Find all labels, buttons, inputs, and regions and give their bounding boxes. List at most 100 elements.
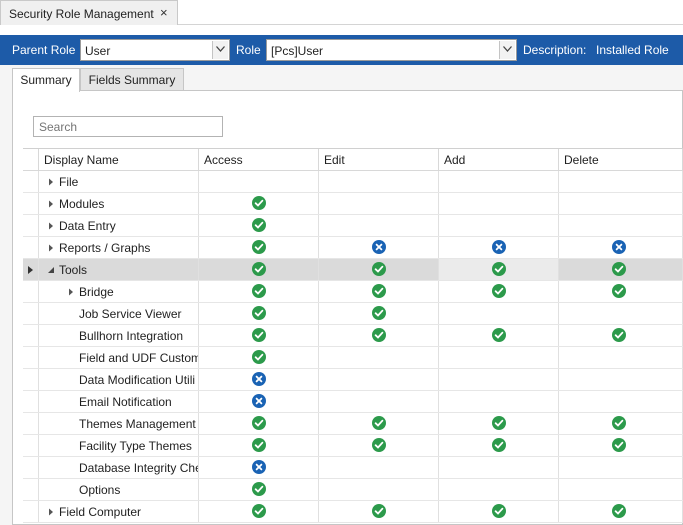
access-cell[interactable] bbox=[199, 347, 319, 368]
table-row-facility-type-themes[interactable]: Facility Type Themes bbox=[23, 435, 683, 457]
expanded-arrow-icon[interactable] bbox=[47, 266, 55, 274]
row-indicator[interactable] bbox=[23, 391, 39, 412]
table-row-job-service-viewer[interactable]: Job Service Viewer bbox=[23, 303, 683, 325]
delete-cell[interactable] bbox=[559, 325, 683, 346]
column-header-display-name[interactable]: Display Name bbox=[39, 149, 199, 171]
access-cell[interactable] bbox=[199, 501, 319, 522]
add-cell[interactable] bbox=[439, 413, 559, 434]
delete-cell[interactable] bbox=[559, 215, 683, 236]
row-indicator[interactable] bbox=[23, 259, 39, 280]
add-cell[interactable] bbox=[439, 325, 559, 346]
delete-cell[interactable] bbox=[559, 237, 683, 258]
add-cell[interactable] bbox=[439, 171, 559, 192]
add-cell[interactable] bbox=[439, 303, 559, 324]
access-cell[interactable] bbox=[199, 413, 319, 434]
parent-role-dropdown[interactable]: User bbox=[80, 39, 230, 61]
table-row-field-and-udf-custom[interactable]: Field and UDF Custom bbox=[23, 347, 683, 369]
delete-cell[interactable] bbox=[559, 501, 683, 522]
edit-cell[interactable] bbox=[319, 259, 439, 280]
edit-cell[interactable] bbox=[319, 215, 439, 236]
delete-cell[interactable] bbox=[559, 347, 683, 368]
table-row-modules[interactable]: Modules bbox=[23, 193, 683, 215]
delete-cell[interactable] bbox=[559, 413, 683, 434]
edit-cell[interactable] bbox=[319, 413, 439, 434]
edit-cell[interactable] bbox=[319, 435, 439, 456]
access-cell[interactable] bbox=[199, 259, 319, 280]
edit-cell[interactable] bbox=[319, 303, 439, 324]
access-cell[interactable] bbox=[199, 457, 319, 478]
table-row-tools[interactable]: Tools bbox=[23, 259, 683, 281]
access-cell[interactable] bbox=[199, 281, 319, 302]
access-cell[interactable] bbox=[199, 435, 319, 456]
table-row-data-entry[interactable]: Data Entry bbox=[23, 215, 683, 237]
add-cell[interactable] bbox=[439, 347, 559, 368]
add-cell[interactable] bbox=[439, 259, 559, 280]
edit-cell[interactable] bbox=[319, 369, 439, 390]
access-cell[interactable] bbox=[199, 369, 319, 390]
expand-arrow-icon[interactable] bbox=[47, 200, 55, 208]
table-row-bullhorn-integration[interactable]: Bullhorn Integration bbox=[23, 325, 683, 347]
delete-cell[interactable] bbox=[559, 259, 683, 280]
access-cell[interactable] bbox=[199, 479, 319, 500]
chevron-down-icon[interactable] bbox=[212, 41, 228, 59]
table-row-themes-management[interactable]: Themes Management bbox=[23, 413, 683, 435]
add-cell[interactable] bbox=[439, 457, 559, 478]
row-indicator[interactable] bbox=[23, 369, 39, 390]
edit-cell[interactable] bbox=[319, 171, 439, 192]
expand-arrow-icon[interactable] bbox=[47, 222, 55, 230]
edit-cell[interactable] bbox=[319, 501, 439, 522]
row-indicator[interactable] bbox=[23, 237, 39, 258]
table-row-bridge[interactable]: Bridge bbox=[23, 281, 683, 303]
table-row-file[interactable]: File bbox=[23, 171, 683, 193]
role-dropdown[interactable]: [Pcs]User bbox=[266, 39, 517, 61]
expand-arrow-icon[interactable] bbox=[47, 178, 55, 186]
edit-cell[interactable] bbox=[319, 479, 439, 500]
edit-cell[interactable] bbox=[319, 193, 439, 214]
delete-cell[interactable] bbox=[559, 303, 683, 324]
table-row-database-integrity-che[interactable]: Database Integrity Che bbox=[23, 457, 683, 479]
access-cell[interactable] bbox=[199, 391, 319, 412]
add-cell[interactable] bbox=[439, 237, 559, 258]
close-icon[interactable]: × bbox=[160, 5, 168, 20]
chevron-down-icon[interactable] bbox=[499, 41, 515, 59]
delete-cell[interactable] bbox=[559, 435, 683, 456]
delete-cell[interactable] bbox=[559, 281, 683, 302]
row-indicator[interactable] bbox=[23, 457, 39, 478]
delete-cell[interactable] bbox=[559, 369, 683, 390]
delete-cell[interactable] bbox=[559, 391, 683, 412]
column-header-access[interactable]: Access bbox=[199, 149, 319, 171]
tab-fields-summary[interactable]: Fields Summary bbox=[80, 68, 184, 90]
row-indicator[interactable] bbox=[23, 413, 39, 434]
row-indicator[interactable] bbox=[23, 325, 39, 346]
row-indicator[interactable] bbox=[23, 193, 39, 214]
column-header-edit[interactable]: Edit bbox=[319, 149, 439, 171]
access-cell[interactable] bbox=[199, 303, 319, 324]
row-indicator[interactable] bbox=[23, 215, 39, 236]
add-cell[interactable] bbox=[439, 391, 559, 412]
expand-arrow-icon[interactable] bbox=[67, 288, 75, 296]
column-header-add[interactable]: Add bbox=[439, 149, 559, 171]
access-cell[interactable] bbox=[199, 325, 319, 346]
document-tab[interactable]: Security Role Management × bbox=[0, 0, 178, 25]
edit-cell[interactable] bbox=[319, 391, 439, 412]
row-indicator[interactable] bbox=[23, 435, 39, 456]
table-row-field-computer[interactable]: Field Computer bbox=[23, 501, 683, 523]
edit-cell[interactable] bbox=[319, 325, 439, 346]
add-cell[interactable] bbox=[439, 501, 559, 522]
expand-arrow-icon[interactable] bbox=[47, 244, 55, 252]
row-indicator[interactable] bbox=[23, 281, 39, 302]
row-indicator[interactable] bbox=[23, 347, 39, 368]
edit-cell[interactable] bbox=[319, 281, 439, 302]
add-cell[interactable] bbox=[439, 435, 559, 456]
edit-cell[interactable] bbox=[319, 457, 439, 478]
access-cell[interactable] bbox=[199, 237, 319, 258]
tab-summary[interactable]: Summary bbox=[12, 68, 80, 92]
edit-cell[interactable] bbox=[319, 347, 439, 368]
add-cell[interactable] bbox=[439, 193, 559, 214]
row-indicator[interactable] bbox=[23, 303, 39, 324]
table-row-options[interactable]: Options bbox=[23, 479, 683, 501]
table-row-reports-graphs[interactable]: Reports / Graphs bbox=[23, 237, 683, 259]
edit-cell[interactable] bbox=[319, 237, 439, 258]
table-row-data-modification-utili[interactable]: Data Modification Utili bbox=[23, 369, 683, 391]
row-indicator[interactable] bbox=[23, 171, 39, 192]
